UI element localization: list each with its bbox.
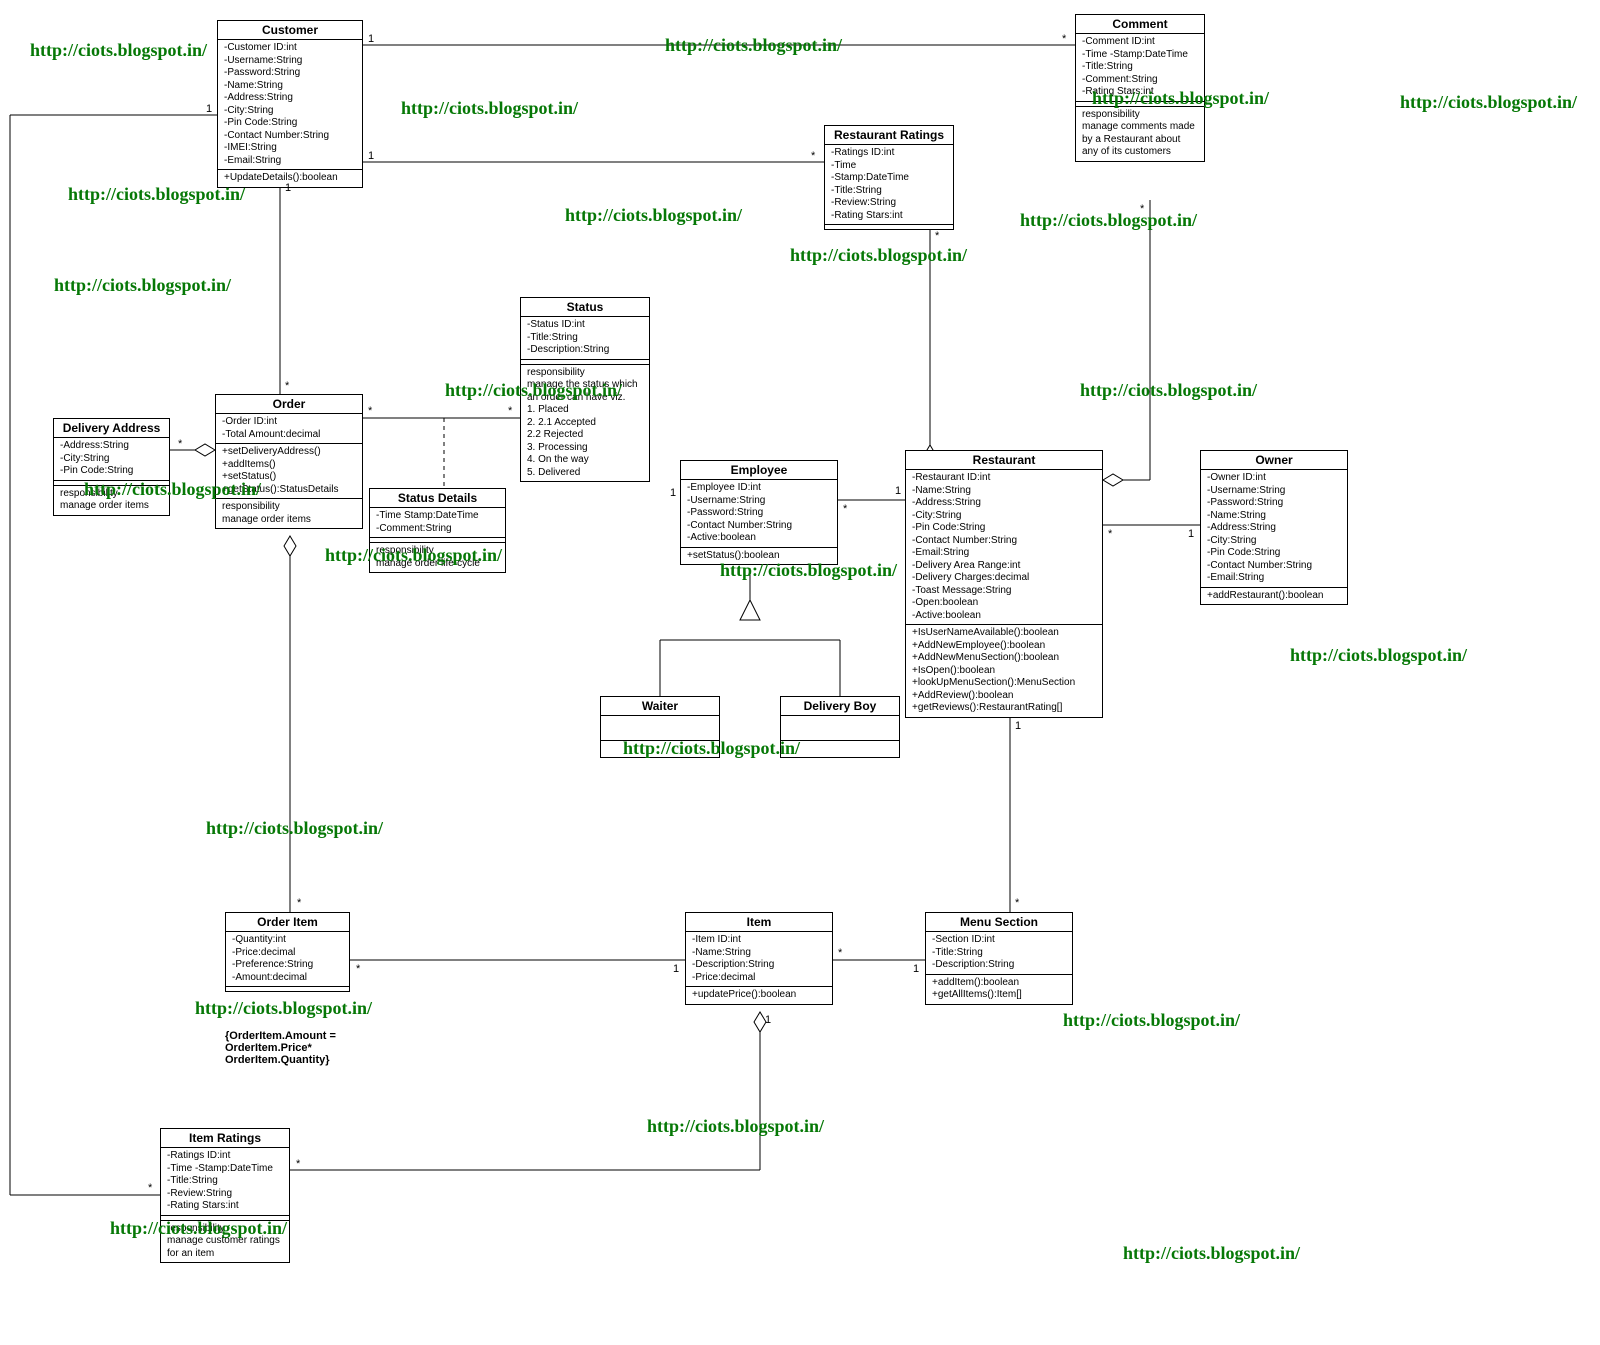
mult: 1 [1188, 528, 1194, 540]
mult: * [1015, 897, 1019, 909]
mult: * [1062, 33, 1066, 45]
mult: * [1108, 528, 1112, 540]
watermark-url: http://ciots.blogspot.in/ [401, 98, 578, 119]
mult: 1 [673, 963, 679, 975]
watermark-url: http://ciots.blogspot.in/ [565, 205, 742, 226]
watermark-url: http://ciots.blogspot.in/ [1290, 645, 1467, 666]
class-order: Order -Order ID:int -Total Amount:decima… [215, 394, 363, 529]
watermark-url: http://ciots.blogspot.in/ [1400, 92, 1577, 113]
mult: 1 [368, 33, 374, 45]
class-restaurant-ratings: Restaurant Ratings -Ratings ID:int -Time… [824, 125, 954, 230]
watermark-url: http://ciots.blogspot.in/ [206, 818, 383, 839]
class-title: Customer [218, 21, 362, 40]
uml-canvas: Customer -Customer ID:int -Username:Stri… [0, 0, 1600, 1345]
class-restaurant: Restaurant -Restaurant ID:int -Name:Stri… [905, 450, 1103, 718]
watermark-url: http://ciots.blogspot.in/ [1080, 380, 1257, 401]
mult: 1 [1015, 720, 1021, 732]
class-customer: Customer -Customer ID:int -Username:Stri… [217, 20, 363, 188]
mult: * [935, 230, 939, 242]
watermark-url: http://ciots.blogspot.in/ [30, 40, 207, 61]
mult: * [368, 405, 372, 417]
mult: * [178, 438, 182, 450]
mult: * [508, 405, 512, 417]
mult: * [285, 380, 289, 392]
mult: * [297, 897, 301, 909]
mult: * [356, 963, 360, 975]
class-menu-section: Menu Section -Section ID:int -Title:Stri… [925, 912, 1073, 1005]
class-item: Item -Item ID:int -Name:String -Descript… [685, 912, 833, 1005]
watermark-url: http://ciots.blogspot.in/ [623, 738, 800, 759]
watermark-url: http://ciots.blogspot.in/ [1020, 210, 1197, 231]
class-item-ratings: Item Ratings -Ratings ID:int -Time -Stam… [160, 1128, 290, 1263]
class-order-item: Order Item -Quantity:int -Price:decimal … [225, 912, 350, 992]
watermark-url: http://ciots.blogspot.in/ [110, 1218, 287, 1239]
watermark-url: http://ciots.blogspot.in/ [195, 998, 372, 1019]
watermark-url: http://ciots.blogspot.in/ [54, 275, 231, 296]
class-owner: Owner -Owner ID:int -Username:String -Pa… [1200, 450, 1348, 605]
mult: * [296, 1158, 300, 1170]
mult: * [838, 947, 842, 959]
mult: 1 [895, 485, 901, 497]
watermark-url: http://ciots.blogspot.in/ [68, 184, 245, 205]
watermark-url: http://ciots.blogspot.in/ [647, 1116, 824, 1137]
mult: 1 [765, 1014, 771, 1026]
mult: * [148, 1182, 152, 1194]
order-item-constraint: {OrderItem.Amount = OrderItem.Price* Ord… [225, 1030, 365, 1066]
watermark-url: http://ciots.blogspot.in/ [1123, 1243, 1300, 1264]
mult: 1 [670, 487, 676, 499]
watermark-url: http://ciots.blogspot.in/ [84, 479, 261, 500]
mult: * [843, 503, 847, 515]
class-delivery-address: Delivery Address -Address:String -City:S… [53, 418, 170, 516]
watermark-url: http://ciots.blogspot.in/ [1063, 1010, 1240, 1031]
watermark-url: http://ciots.blogspot.in/ [790, 245, 967, 266]
mult: 1 [206, 103, 212, 115]
watermark-url: http://ciots.blogspot.in/ [325, 545, 502, 566]
mult: 1 [913, 963, 919, 975]
mult: 1 [368, 150, 374, 162]
watermark-url: http://ciots.blogspot.in/ [1092, 88, 1269, 109]
watermark-url: http://ciots.blogspot.in/ [720, 560, 897, 581]
mult: 1 [285, 182, 291, 194]
mult: * [811, 150, 815, 162]
class-employee: Employee -Employee ID:int -Username:Stri… [680, 460, 838, 565]
watermark-url: http://ciots.blogspot.in/ [445, 380, 622, 401]
watermark-url: http://ciots.blogspot.in/ [665, 35, 842, 56]
